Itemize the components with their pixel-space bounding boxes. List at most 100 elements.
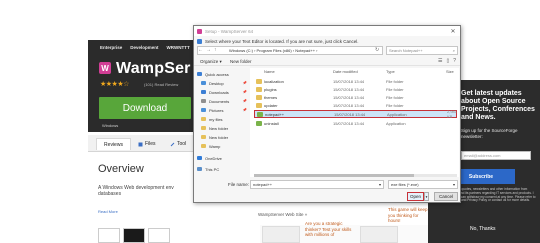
rating-stars: ★★★★☆ [100, 81, 129, 88]
chevron-down-icon[interactable]: ▾ [379, 182, 381, 187]
file-row[interactable]: themes 15/07/2018 13:44 File folder [254, 93, 457, 101]
nav-link-more[interactable]: WRWNTTT [167, 45, 190, 50]
email-field[interactable]: email@address.com [461, 151, 531, 160]
tab-reviews[interactable]: Reviews [96, 138, 131, 150]
nav-link-enterprise[interactable]: Enterprise [100, 45, 122, 50]
file-type: File folder [386, 78, 404, 84]
nav-item-this-pc[interactable]: This PC [197, 165, 249, 173]
nav-item-label: New folder [209, 134, 229, 140]
up-arrow-icon[interactable]: ↑ [214, 47, 217, 53]
open-options-chevron-icon[interactable]: ▾ [424, 192, 429, 201]
refresh-icon[interactable]: ↻ [375, 47, 379, 53]
nav-item-onedrive[interactable]: OneDrive [197, 154, 249, 162]
thumbnail[interactable] [98, 228, 120, 243]
thumbnail[interactable] [148, 228, 170, 243]
thumbnail[interactable] [123, 228, 145, 243]
file-name: uninstall [264, 120, 279, 126]
cancel-button[interactable]: Cancel [434, 192, 458, 201]
setup-app-icon [197, 28, 202, 34]
file-name: themes [264, 94, 278, 100]
tools-icon [170, 142, 175, 146]
open-button[interactable]: Open [407, 192, 424, 201]
file-row[interactable]: localization 15/07/2018 13:44 File folde… [254, 77, 457, 85]
file-date: 15/07/2018 13:44 [333, 86, 365, 92]
view-options-icon[interactable]: ☰ [438, 58, 442, 64]
folder-icon [201, 144, 206, 148]
overview-text: A Windows Web development env databases [98, 185, 174, 197]
nav-item-documents[interactable]: Documents 📌 [197, 97, 249, 105]
tab-files[interactable]: Files [138, 138, 156, 150]
nav-item-label: Quick access [205, 71, 229, 77]
column-header-size[interactable]: Size [446, 69, 454, 74]
tab-tools[interactable]: Tool [170, 138, 186, 150]
help-icon[interactable]: ? [453, 58, 456, 64]
file-type: File folder [386, 102, 404, 108]
ad-card-1[interactable] [262, 226, 300, 243]
read-more-link[interactable]: Read More [98, 209, 118, 214]
column-header-type[interactable]: Type [386, 69, 395, 74]
platform-label: Windows [102, 123, 119, 128]
file-date: 15/07/2018 13:44 [333, 120, 365, 126]
back-arrow-icon[interactable]: ← [198, 47, 203, 53]
preview-pane-icon[interactable]: ▯ [446, 58, 449, 64]
file-type: File folder [386, 86, 404, 92]
file-name: plugins [264, 86, 277, 92]
filename-field[interactable]: notepad++ ▾ [250, 180, 384, 189]
file-type-filter[interactable]: exe files (*.exe) ▾ [388, 180, 458, 189]
organize-menu[interactable]: Organize ▾ [200, 59, 222, 65]
tab-reviews-label: Reviews [104, 141, 123, 148]
filename-value: notepad++ [253, 182, 273, 187]
cloud-icon [197, 156, 202, 160]
folder-icon [256, 94, 262, 100]
ad-text-1[interactable]: Are you a strategic thinker? Test your s… [305, 221, 355, 238]
ad-text-2[interactable]: This game will keep you thinking for hou… [388, 207, 428, 224]
nav-item-wamp[interactable]: Wamp [197, 142, 249, 150]
reviews-count[interactable]: (101) Read Review [144, 82, 178, 87]
search-icon: ⌕ [452, 48, 455, 53]
nav-item-quick-access[interactable]: Quick access [197, 70, 249, 78]
close-icon[interactable]: ✕ [446, 26, 460, 36]
horizontal-scrollbar[interactable] [254, 174, 457, 177]
pin-icon: 📌 [242, 99, 247, 103]
overview-heading: Overview [98, 163, 144, 175]
file-date: 15/07/2018 13:44 [333, 78, 365, 84]
wamp-logo-icon: W [99, 62, 111, 74]
nav-item-desktop[interactable]: Desktop 📌 [197, 79, 249, 87]
folder-icon [256, 102, 262, 108]
computer-icon [197, 167, 202, 171]
filter-value: exe files (*.exe) [391, 182, 419, 187]
file-row[interactable]: updater 15/07/2018 13:44 File folder [254, 101, 457, 109]
scrollbar-thumb[interactable] [254, 174, 414, 177]
dialog-prompt: Select where your Text Editor is located… [197, 37, 458, 45]
address-path[interactable]: Windows (C:) › Program Files (x86) › Not… [229, 48, 317, 53]
navigation-pane: Quick access Desktop 📌 Downloads 📌 Docum… [197, 68, 249, 177]
nav-item-new-folder[interactable]: New folder [197, 133, 249, 141]
nav-item-label: Pictures [209, 107, 224, 113]
pictures-icon [201, 108, 206, 112]
nav-item-new-folder[interactable]: New folder [197, 124, 249, 132]
file-row-selected[interactable]: notepad++ 15/07/2018 13:44 Application 2… [254, 109, 458, 119]
forward-arrow-icon[interactable]: → [206, 47, 211, 53]
view-controls: ☰ ▯ ? [438, 58, 456, 64]
ad-card-2[interactable] [360, 226, 398, 243]
nav-item-label: This PC [205, 166, 220, 172]
download-button[interactable]: Download [99, 97, 191, 119]
nav-item-downloads[interactable]: Downloads 📌 [197, 88, 249, 96]
no-thanks-link[interactable]: No, Thanks [470, 226, 495, 232]
nav-item-my-files[interactable]: my files [197, 115, 249, 123]
nav-item-pictures[interactable]: Pictures 📌 [197, 106, 249, 114]
dialog-titlebar[interactable]: Setup - WampServer 64 ✕ [194, 26, 460, 36]
file-name: updater [264, 102, 278, 108]
folder-icon [201, 135, 206, 139]
nav-link-development[interactable]: Development [130, 45, 158, 50]
file-size: 2,981 KB [447, 109, 458, 119]
new-folder-button[interactable]: New folder [230, 59, 252, 64]
file-row[interactable]: plugins 15/07/2018 13:44 File folder [254, 85, 457, 93]
nav-arrows: ← → ↑ [198, 47, 217, 53]
website-link[interactable]: WampServer Web Site » [258, 212, 307, 217]
column-header-date[interactable]: Date modified [333, 69, 358, 74]
search-input[interactable]: Search Notepad++ ⌕ [386, 46, 458, 55]
tab-files-label: Files [145, 141, 156, 147]
column-header-name[interactable]: Name [264, 69, 275, 74]
file-row[interactable]: uninstall 15/07/2018 13:44 Application [254, 119, 457, 127]
